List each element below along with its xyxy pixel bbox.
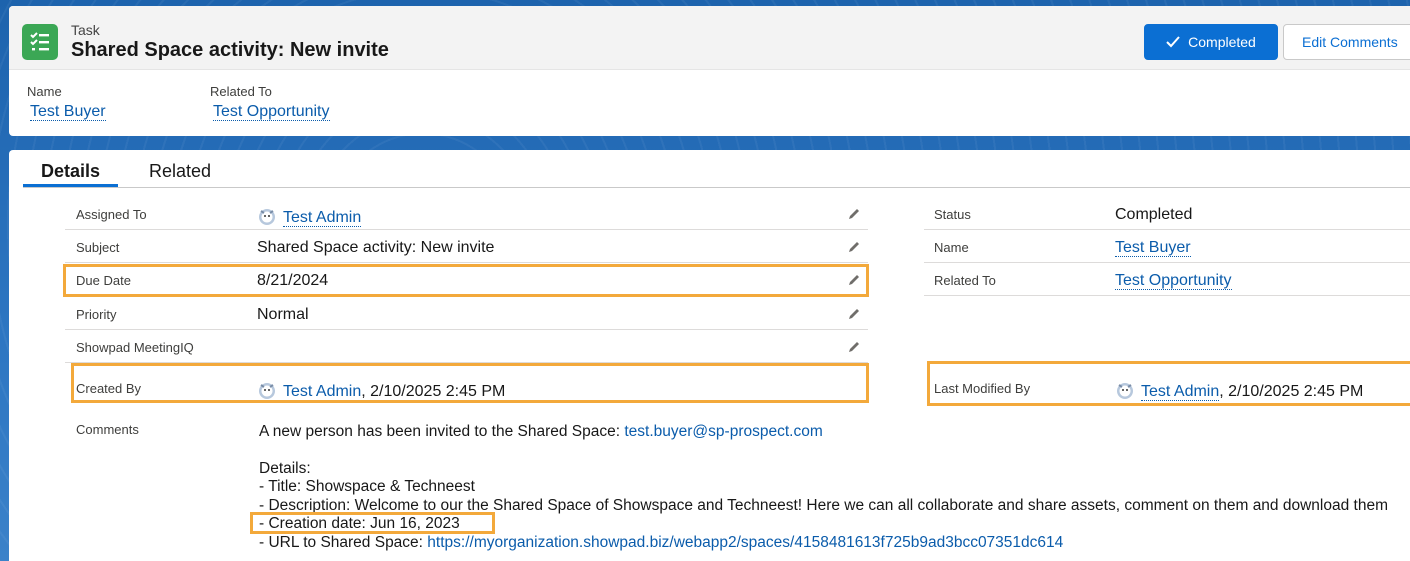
field-label: Subject	[76, 240, 120, 255]
field-label: Showpad MeetingIQ	[76, 340, 194, 355]
comment-line: - Description: Welcome to our the Shared…	[259, 496, 1388, 514]
comments-label: Comments	[76, 422, 139, 437]
field-row-subject: Subject Shared Space activity: New invit…	[65, 230, 868, 263]
comment-line: - Title: Showspace & Techneest	[259, 478, 475, 495]
edit-comments-button[interactable]: Edit Comments	[1283, 24, 1410, 60]
tab-related[interactable]: Related	[149, 161, 211, 182]
tab-bar: Details Related	[23, 150, 1410, 188]
highlight-link-related-to[interactable]: Test Opportunity	[213, 103, 330, 121]
field-value: Shared Space activity: New invite	[257, 239, 495, 256]
field-row-related-to: Related To Test Opportunity	[924, 263, 1410, 296]
email-link[interactable]: test.buyer@sp-prospect.com	[624, 423, 822, 440]
field-label: Status	[934, 207, 971, 222]
task-list-icon	[22, 24, 58, 60]
field-row-assigned-to: Assigned To Test Admin	[65, 197, 868, 230]
comment-line: - URL to Shared Space: https://myorganiz…	[259, 534, 1388, 553]
details-panel: Details Related Assigned To Test Admin S…	[9, 150, 1410, 561]
pencil-icon[interactable]	[846, 239, 862, 255]
pencil-icon[interactable]	[846, 306, 862, 322]
field-row-created-by: Created By Test Admin, 2/10/2025 2:45 PM	[65, 371, 868, 404]
comment-text: A new person has been invited to the Sha…	[259, 423, 625, 440]
highlight-label: Name	[27, 84, 62, 99]
field-label: Due Date	[76, 273, 131, 288]
name-link[interactable]: Test Buyer	[1115, 239, 1191, 257]
related-to-link[interactable]: Test Opportunity	[1115, 272, 1232, 290]
field-value: Completed	[1115, 206, 1193, 223]
field-label: Priority	[76, 307, 117, 322]
highlight-link-name[interactable]: Test Buyer	[30, 103, 106, 121]
pencil-icon[interactable]	[846, 206, 862, 222]
record-header-top: Task Shared Space activity: New invite C…	[9, 6, 1410, 70]
field-label: Name	[934, 240, 969, 255]
user-link[interactable]: Test Admin	[1141, 383, 1220, 401]
field-value: Test Admin	[257, 206, 362, 227]
field-label: Assigned To	[76, 207, 147, 222]
active-tab-indicator	[23, 184, 118, 187]
check-icon	[1166, 36, 1180, 48]
tab-details[interactable]: Details	[41, 161, 100, 182]
field-value: Normal	[257, 306, 309, 323]
field-value: Test Admin, 2/10/2025 2:45 PM	[257, 380, 505, 401]
user-link[interactable]: Test Admin	[283, 383, 362, 401]
tab-details-label: Details	[41, 161, 101, 181]
field-label: Last Modified By	[934, 381, 1031, 396]
field-row-priority: Priority Normal	[65, 297, 868, 330]
comment-spacer	[259, 442, 1388, 460]
user-link[interactable]: Test Admin	[283, 209, 362, 227]
pencil-icon[interactable]	[846, 272, 862, 288]
field-value: Test Admin, 2/10/2025 2:45 PM	[1115, 380, 1363, 401]
user-avatar-icon	[259, 383, 275, 399]
shared-space-link[interactable]: https://myorganization.showpad.biz/webap…	[427, 534, 1063, 551]
comments-body: A new person has been invited to the Sha…	[259, 423, 1388, 552]
comment-line: Details:	[259, 459, 311, 477]
pencil-icon[interactable]	[846, 339, 862, 355]
highlight-label: Related To	[210, 84, 272, 99]
user-avatar-icon	[1117, 383, 1133, 399]
highlight-field-name: Name Test Buyer	[27, 84, 106, 121]
completed-button-label: Completed	[1188, 34, 1256, 50]
created-date: , 2/10/2025 2:45 PM	[361, 383, 506, 400]
field-row-due-date: Due Date 8/21/2024	[65, 263, 868, 296]
field-row-status: Status Completed	[924, 197, 1410, 230]
record-header: Task Shared Space activity: New invite C…	[9, 6, 1410, 136]
comment-line: - Creation date: Jun 16, 2023	[259, 515, 460, 532]
field-label: Related To	[934, 273, 996, 288]
entity-label: Task	[71, 22, 100, 38]
field-row-last-modified-by: Last Modified By Test Admin, 2/10/2025 2…	[924, 371, 1410, 404]
field-value: 8/21/2024	[257, 272, 329, 289]
comment-text: - URL to Shared Space:	[259, 533, 428, 551]
page-title: Shared Space activity: New invite	[71, 39, 389, 61]
completed-button[interactable]: Completed	[1144, 24, 1278, 60]
highlight-field-related-to: Related To Test Opportunity	[210, 84, 330, 121]
field-value: Test Buyer	[1115, 239, 1191, 257]
modified-date: , 2/10/2025 2:45 PM	[1219, 383, 1364, 400]
field-row-name: Name Test Buyer	[924, 230, 1410, 263]
field-row-showpad-meetingiq: Showpad MeetingIQ	[65, 330, 868, 363]
tab-related-label: Related	[149, 161, 212, 181]
user-avatar-icon	[259, 209, 275, 225]
field-value: Test Opportunity	[1115, 272, 1232, 290]
comment-line: A new person has been invited to the Sha…	[259, 423, 1388, 442]
field-label: Created By	[76, 381, 142, 396]
